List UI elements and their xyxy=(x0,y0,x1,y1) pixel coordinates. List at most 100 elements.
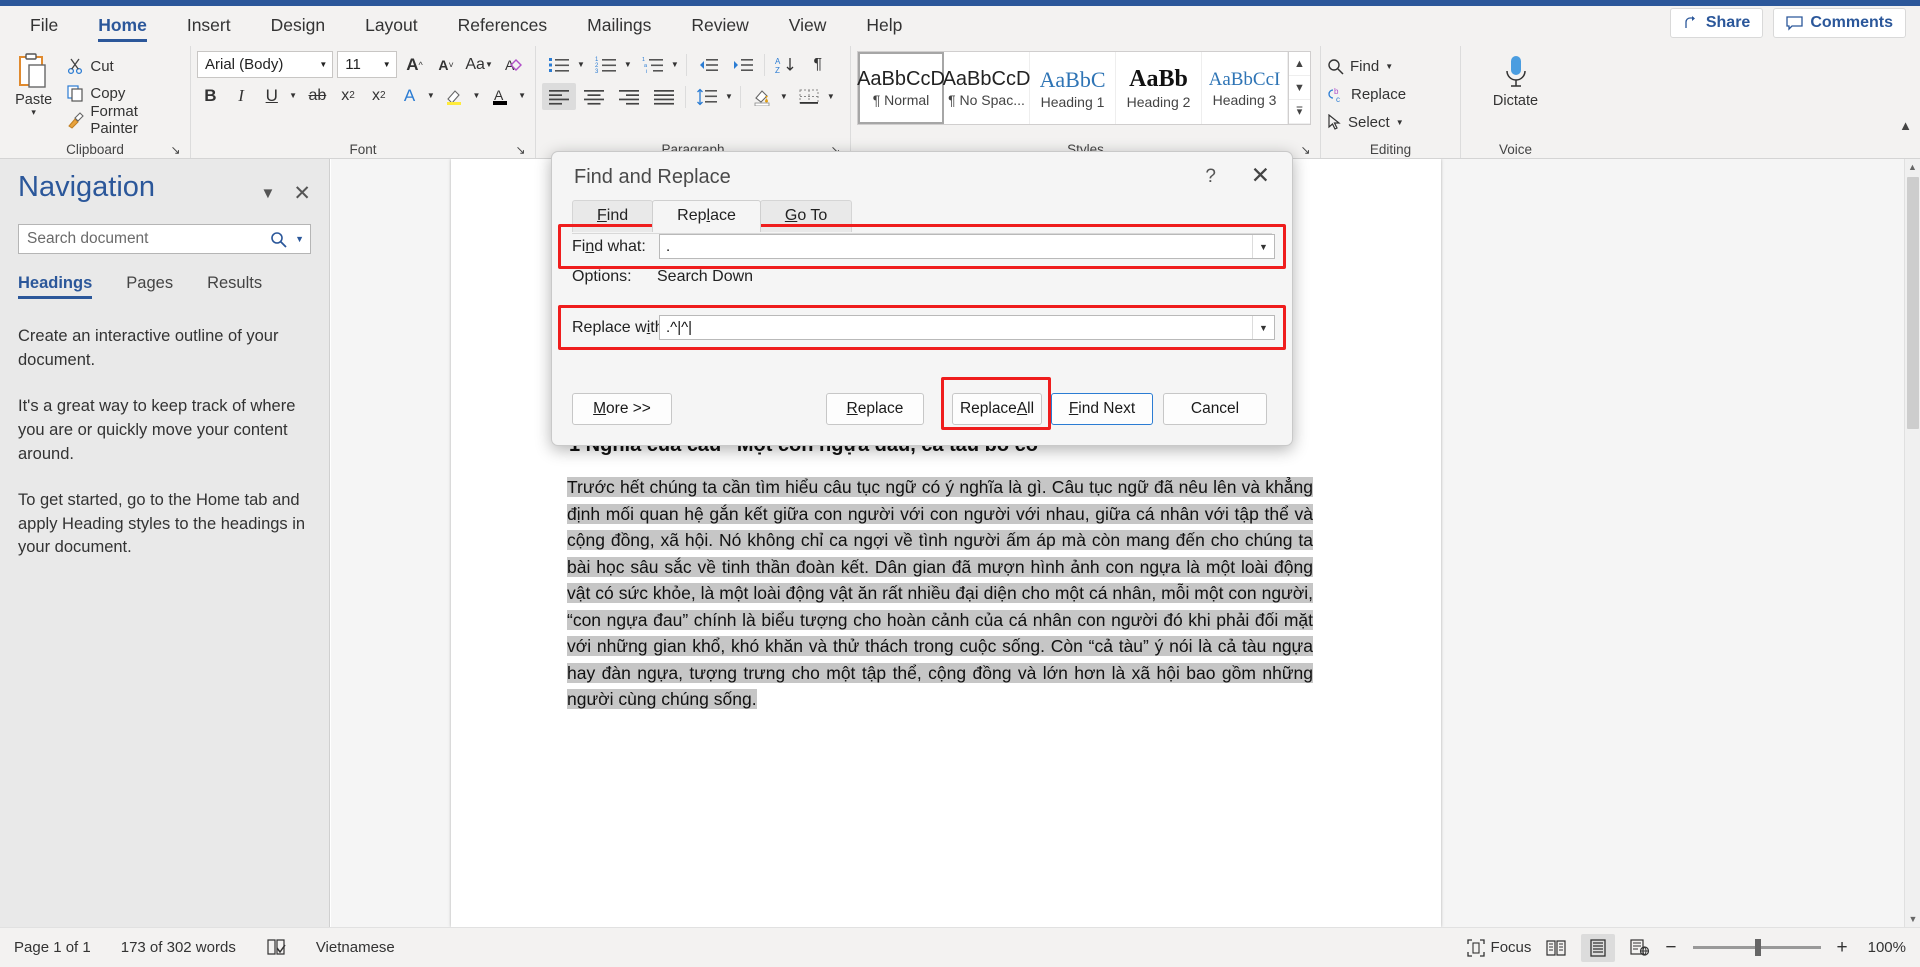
dialog-help-icon[interactable]: ? xyxy=(1205,166,1216,188)
sort-icon[interactable]: AZ xyxy=(769,51,803,78)
comments-button[interactable]: Comments xyxy=(1773,8,1906,38)
text-effects-icon[interactable]: A xyxy=(396,82,423,109)
numbering-chevron-down-icon[interactable]: ▼ xyxy=(621,60,635,69)
dialog-tab-replace[interactable]: Replace xyxy=(652,200,761,232)
replace-button[interactable]: Replace xyxy=(826,393,924,425)
highlight-chevron-down-icon[interactable]: ▼ xyxy=(469,91,483,100)
select-button[interactable]: Select ▼ xyxy=(1327,109,1406,135)
proofing-icon[interactable] xyxy=(266,938,286,957)
bullets-icon[interactable] xyxy=(542,51,576,78)
styles-scroll-down-icon[interactable]: ▼ xyxy=(1289,76,1310,100)
find-next-button[interactable]: Find Next xyxy=(1051,393,1153,425)
more-button[interactable]: More >> xyxy=(572,393,672,425)
zoom-out-button[interactable]: − xyxy=(1665,938,1676,957)
find-button[interactable]: Find ▼ xyxy=(1327,53,1406,79)
justify-icon[interactable] xyxy=(647,83,681,110)
font-dialog-launcher-icon[interactable]: ↘ xyxy=(514,144,527,157)
tab-help[interactable]: Help xyxy=(846,11,922,46)
vertical-scrollbar[interactable]: ▲ ▼ xyxy=(1904,159,1920,927)
align-left-icon[interactable] xyxy=(542,83,576,110)
zoom-slider[interactable] xyxy=(1692,939,1821,956)
clear-formatting-icon[interactable]: A xyxy=(501,51,529,78)
zoom-level[interactable]: 100% xyxy=(1868,939,1906,956)
bold-icon[interactable]: B xyxy=(197,82,224,109)
align-right-icon[interactable] xyxy=(612,83,646,110)
borders-icon[interactable] xyxy=(792,83,826,110)
nav-tab-results[interactable]: Results xyxy=(207,274,262,299)
search-options-chevron-down-icon[interactable]: ▼ xyxy=(295,234,304,244)
show-formatting-marks-icon[interactable]: ¶ xyxy=(804,51,832,78)
change-case-icon[interactable]: Aa ▼ xyxy=(464,51,498,78)
share-button[interactable]: Share xyxy=(1669,8,1764,38)
align-center-icon[interactable] xyxy=(577,83,611,110)
tab-view[interactable]: View xyxy=(769,11,847,46)
scrollbar-thumb[interactable] xyxy=(1907,177,1919,429)
styles-scroll-up-icon[interactable]: ▲ xyxy=(1289,52,1310,76)
search-icon[interactable] xyxy=(270,231,287,248)
tab-design[interactable]: Design xyxy=(251,11,345,46)
tab-mailings[interactable]: Mailings xyxy=(567,11,671,46)
bullets-chevron-down-icon[interactable]: ▼ xyxy=(574,60,588,69)
word-count[interactable]: 173 of 302 words xyxy=(121,939,236,956)
clipboard-dialog-launcher-icon[interactable]: ↘ xyxy=(169,144,182,157)
scroll-down-icon[interactable]: ▼ xyxy=(1905,911,1920,927)
text-effects-chevron-down-icon[interactable]: ▼ xyxy=(424,91,438,100)
shading-icon[interactable] xyxy=(745,83,779,110)
style-heading-1[interactable]: AaBbC Heading 1 xyxy=(1030,52,1116,124)
style-normal[interactable]: AaBbCcD ¶ Normal xyxy=(857,52,945,124)
styles-more-icon[interactable]: ▾̅ xyxy=(1289,100,1310,124)
decrease-indent-icon[interactable] xyxy=(691,51,725,78)
grow-font-icon[interactable]: A ^ xyxy=(401,51,429,78)
navigation-close-icon[interactable]: ✕ xyxy=(293,181,311,206)
increase-indent-icon[interactable] xyxy=(726,51,760,78)
text-highlight-color-icon[interactable] xyxy=(442,82,469,109)
page-indicator[interactable]: Page 1 of 1 xyxy=(14,939,91,956)
strikethrough-icon[interactable]: ab xyxy=(304,82,331,109)
navigation-options-chevron-down-icon[interactable]: ▼ xyxy=(261,185,276,202)
superscript-icon[interactable]: x2 xyxy=(365,82,392,109)
zoom-in-button[interactable]: + xyxy=(1837,938,1848,957)
replace-button[interactable]: bc Replace xyxy=(1327,81,1406,107)
replace-all-button[interactable]: Replace All xyxy=(952,393,1042,425)
split-window-handle[interactable] xyxy=(1905,159,1920,175)
font-size-combo[interactable]: 11 ▼ xyxy=(337,51,397,78)
search-input[interactable] xyxy=(27,230,271,248)
font-color-chevron-down-icon[interactable]: ▼ xyxy=(515,91,529,100)
find-what-input[interactable] xyxy=(660,238,1252,255)
language-indicator[interactable]: Vietnamese xyxy=(316,939,395,956)
find-chevron-down-icon[interactable]: ▼ xyxy=(1385,62,1393,71)
print-layout-button[interactable] xyxy=(1581,933,1616,962)
style-no-spacing[interactable]: AaBbCcD ¶ No Spac... xyxy=(943,52,1030,124)
multilevel-chevron-down-icon[interactable]: ▼ xyxy=(668,60,682,69)
tab-review[interactable]: Review xyxy=(671,11,768,46)
style-heading-3[interactable]: AaBbCcI Heading 3 xyxy=(1202,52,1288,124)
line-spacing-icon[interactable] xyxy=(690,83,724,110)
cut-button[interactable]: Cut xyxy=(67,54,184,78)
underline-chevron-down-icon[interactable]: ▼ xyxy=(286,91,300,100)
find-what-chevron-down-icon[interactable]: ▼ xyxy=(1252,235,1274,258)
find-what-combo[interactable]: ▼ xyxy=(659,234,1275,259)
numbering-icon[interactable]: 123 xyxy=(589,51,623,78)
web-layout-button[interactable] xyxy=(1623,934,1657,962)
paste-chevron-down-icon[interactable]: ▾ xyxy=(31,108,36,117)
italic-icon[interactable]: I xyxy=(228,82,255,109)
find-and-replace-dialog[interactable]: Find and Replace ? ✕ FFindind Replace Go… xyxy=(551,151,1293,446)
tab-insert[interactable]: Insert xyxy=(167,11,251,46)
dialog-close-icon[interactable]: ✕ xyxy=(1251,164,1270,187)
font-color-icon[interactable]: A xyxy=(487,82,514,109)
line-spacing-chevron-down-icon[interactable]: ▼ xyxy=(722,92,736,101)
nav-tab-pages[interactable]: Pages xyxy=(126,274,173,299)
document-paragraph[interactable]: Trước hết chúng ta cần tìm hiểu câu tục … xyxy=(567,474,1313,713)
shading-chevron-down-icon[interactable]: ▼ xyxy=(777,92,791,101)
read-mode-button[interactable] xyxy=(1539,934,1573,962)
tab-references[interactable]: References xyxy=(438,11,568,46)
borders-chevron-down-icon[interactable]: ▼ xyxy=(824,92,838,101)
subscript-icon[interactable]: x2 xyxy=(335,82,362,109)
copy-button[interactable]: Copy xyxy=(67,81,184,105)
format-painter-button[interactable]: Format Painter xyxy=(67,103,184,137)
style-heading-2[interactable]: AaBb Heading 2 xyxy=(1116,52,1202,124)
cancel-button[interactable]: Cancel xyxy=(1163,393,1267,425)
replace-with-chevron-down-icon[interactable]: ▼ xyxy=(1252,316,1274,339)
tab-layout[interactable]: Layout xyxy=(345,11,438,46)
tab-home[interactable]: Home xyxy=(78,11,167,46)
